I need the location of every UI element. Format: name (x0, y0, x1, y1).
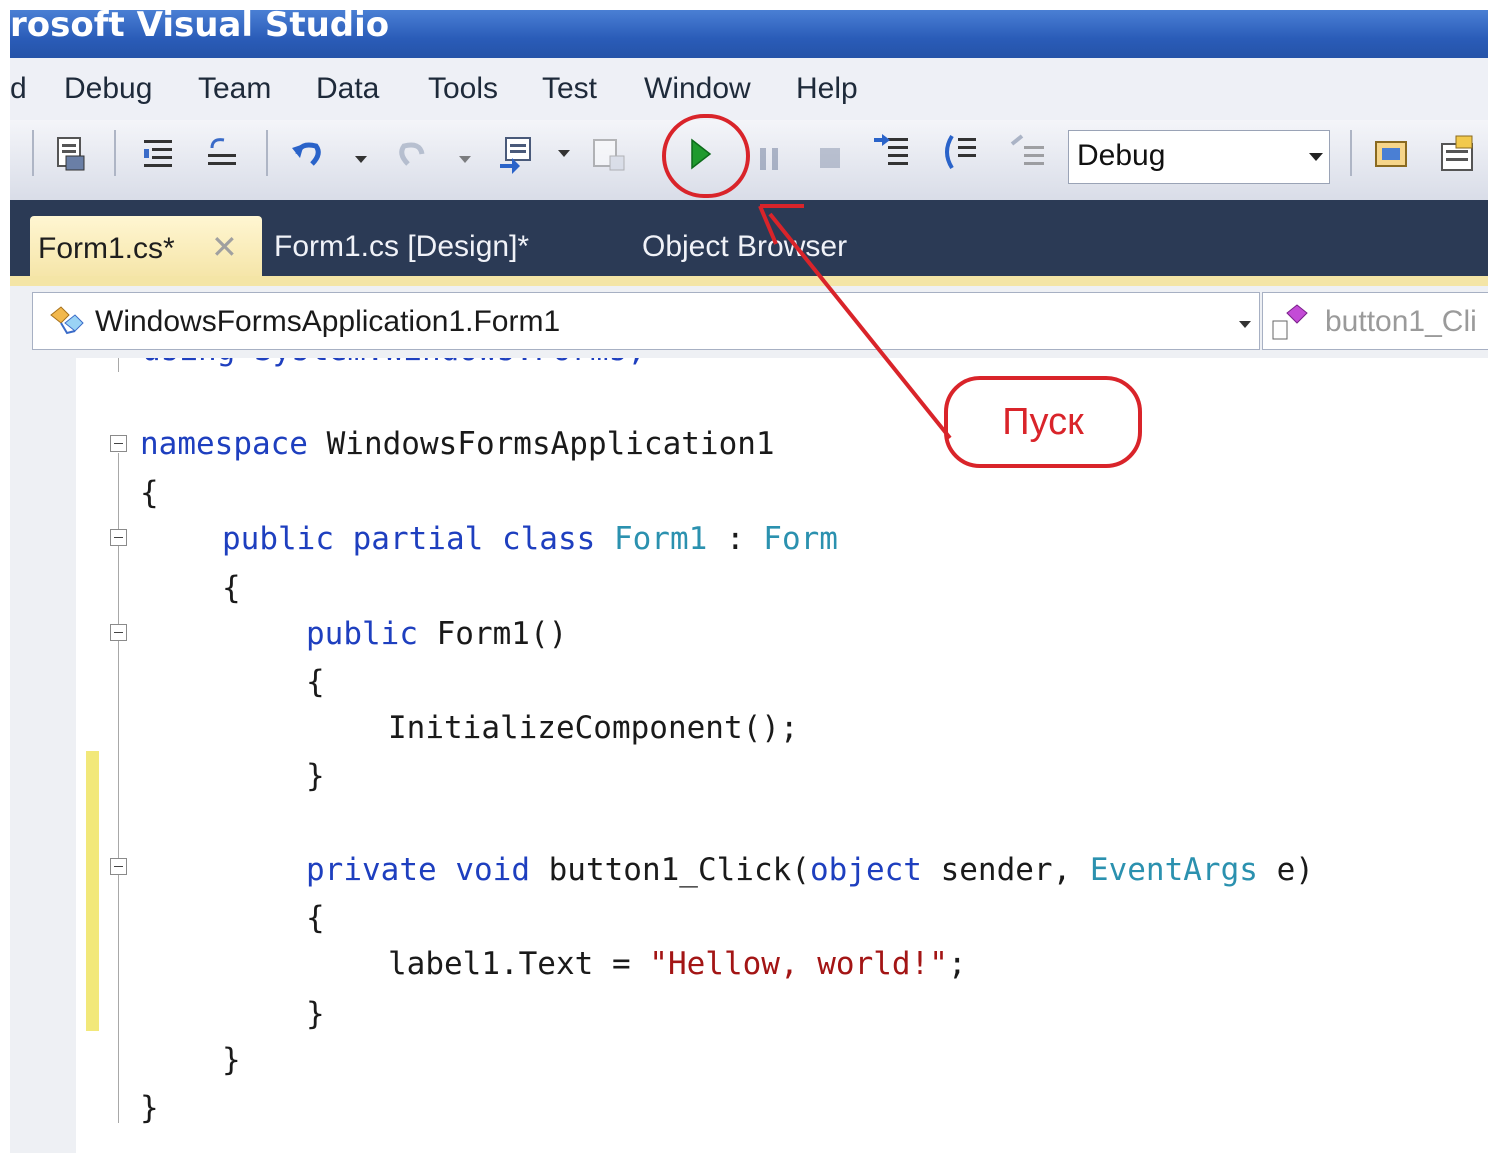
toolbar-separator (32, 130, 34, 176)
member-dropdown[interactable]: button1_Cli (1262, 292, 1488, 350)
solution-explorer-icon[interactable] (1372, 134, 1412, 174)
member-dropdown-value: button1_Cli (1325, 305, 1477, 338)
indent-icon[interactable] (138, 134, 178, 174)
toolbar-separator (266, 130, 268, 176)
solution-configuration-select[interactable]: Debug (1068, 130, 1330, 184)
menu-build[interactable]: d (10, 72, 27, 106)
code-line-brace: } (306, 996, 325, 1032)
toolbar-separator (1350, 130, 1352, 176)
tab-label: Object Browser (642, 230, 848, 263)
tab-underline (10, 276, 1488, 286)
configuration-value: Debug (1077, 139, 1166, 172)
code-line-ctor: public Form1() (306, 616, 568, 652)
code-line-brace: } (222, 1042, 241, 1078)
redo-dropdown-arrow[interactable] (459, 156, 471, 163)
ide-window: rosoft Visual Studio d Debug Team Data T… (10, 0, 1488, 1153)
code-navigation-bar: WindowsFormsApplication1.Form1 button1_C… (10, 286, 1488, 358)
menu-debug[interactable]: Debug (64, 72, 152, 106)
type-dropdown-value: WindowsFormsApplication1.Form1 (95, 305, 561, 338)
code-line-assign: label1.Text = "Hellow, world!"; (388, 946, 967, 982)
navigate-icon[interactable] (496, 134, 536, 174)
tab-label: Form1.cs [Design]* (274, 230, 530, 263)
properties-icon[interactable] (1438, 134, 1478, 174)
code-editor[interactable]: using System.Windows.Forms; namespace Wi… (10, 358, 1488, 1153)
code-line-namespace: namespace WindowsFormsApplication1 (140, 426, 775, 462)
code-line-brace: { (306, 900, 325, 936)
chevron-down-icon (1309, 153, 1323, 161)
outline-line (118, 358, 119, 372)
document-tab-strip: Form1.cs* ✕ Form1.cs [Design]* Object Br… (10, 200, 1488, 282)
tab-form1-cs[interactable]: Form1.cs* ✕ (30, 216, 262, 278)
menu-tools[interactable]: Tools (428, 72, 498, 106)
start-annotation-label: Пуск (1002, 401, 1084, 443)
collapse-icon[interactable] (110, 529, 127, 546)
undo-icon[interactable] (288, 134, 328, 174)
code-line-brace: { (140, 475, 159, 511)
code-line-brace: } (140, 1090, 159, 1126)
toolbar-separator (114, 130, 116, 176)
editor-gutter (10, 358, 76, 1153)
collapse-icon[interactable] (110, 858, 127, 875)
outline-line (118, 453, 119, 1123)
undo-dropdown-arrow[interactable] (355, 156, 367, 163)
code-line-using: using System.Windows.Forms; (142, 358, 646, 370)
step-out-icon[interactable] (1008, 132, 1048, 172)
class-icon (50, 306, 84, 335)
collapse-icon[interactable] (110, 435, 127, 452)
menu-help[interactable]: Help (796, 72, 858, 106)
code-line-method: private void button1_Click(object sender… (306, 852, 1314, 888)
stop-icon[interactable] (810, 138, 850, 178)
step-into-icon[interactable] (872, 132, 912, 172)
code-line-brace: { (222, 570, 241, 606)
code-line-init: InitializeComponent(); (388, 710, 799, 746)
code-line-brace: { (306, 664, 325, 700)
menu-window[interactable]: Window (644, 72, 751, 106)
find-icon[interactable] (588, 134, 628, 174)
menu-bar: d Debug Team Data Tools Test Window Help (10, 58, 1488, 120)
collapse-icon[interactable] (110, 624, 127, 641)
method-icon (1272, 304, 1308, 340)
close-icon[interactable]: ✕ (211, 216, 238, 278)
type-dropdown[interactable]: WindowsFormsApplication1.Form1 (32, 292, 1260, 350)
start-annotation-bubble: Пуск (944, 376, 1142, 468)
redo-icon[interactable] (392, 134, 432, 174)
code-line-brace: } (306, 758, 325, 794)
tab-form1-design[interactable]: Form1.cs [Design]* (266, 216, 537, 278)
menu-team[interactable]: Team (198, 72, 271, 106)
outdent-icon[interactable] (202, 134, 242, 174)
start-button-highlight-circle (662, 114, 750, 198)
break-all-icon[interactable] (750, 138, 790, 178)
tab-label: Form1.cs* (38, 232, 175, 265)
menu-data[interactable]: Data (316, 72, 379, 106)
changed-lines-marker (86, 751, 99, 1031)
window-title: rosoft Visual Studio (10, 5, 390, 45)
navigate-dropdown-arrow[interactable] (558, 150, 570, 157)
title-bar: rosoft Visual Studio (10, 5, 1488, 58)
chevron-down-icon (1239, 321, 1251, 328)
tab-object-browser[interactable]: Object Browser (634, 216, 855, 278)
code-line-class: public partial class Form1 : Form (222, 521, 838, 557)
step-over-icon[interactable] (940, 132, 980, 172)
menu-test[interactable]: Test (542, 72, 597, 106)
save-all-icon[interactable] (50, 134, 90, 174)
